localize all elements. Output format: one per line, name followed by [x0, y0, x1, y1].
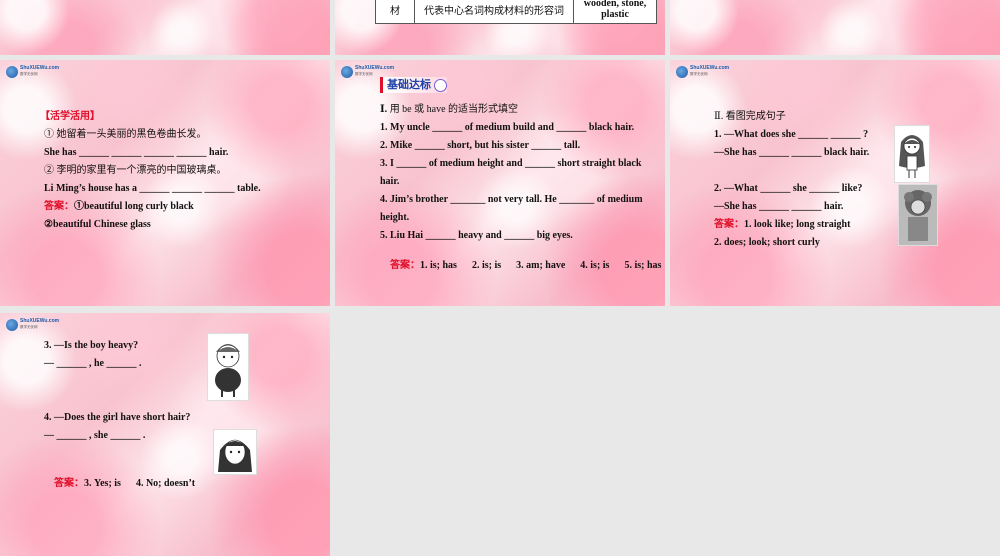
question-1: 1. My uncle ______ of medium build and _…: [380, 122, 635, 133]
question-1: 1. —What does she ______ ______ ?: [714, 129, 869, 140]
answer-text: 3. Yes; is 4. No; doesn’t: [84, 478, 196, 489]
question-3-reply: — ______ , he ______ .: [44, 358, 142, 369]
slide-top-right[interactable]: [670, 0, 1000, 55]
table-cell-line: wooden, stone,: [583, 0, 647, 9]
answer-line: 答案：1. is; has 2. is; is 3. am; have 4. i…: [380, 248, 661, 284]
badge-label: 基础达标: [387, 79, 431, 91]
slide-picture-sentences[interactable]: ShuXUEWu.com 数学无忧网 Ⅱ. 看图完成句子 1. —What do…: [670, 60, 1000, 306]
globe-icon: [6, 66, 18, 78]
question-4-reply: — ______ , she ______ .: [44, 430, 146, 441]
question-2-english: Li Ming’s house has a ______ ______ ____…: [44, 183, 261, 194]
question-1-reply: —She has ______ ______ black hair.: [714, 147, 870, 158]
logo-subtitle: 数学无忧网: [20, 72, 38, 76]
answer-colon: ：: [734, 219, 744, 230]
instruction: Ⅰ. 用 be 或 have 的适当形式填空: [380, 104, 518, 116]
answer-line-1: 答案：①beautiful long curly black: [44, 201, 194, 213]
answer-colon: ：: [74, 478, 84, 489]
answer-text: 1. look like; long straight: [744, 219, 851, 230]
logo-text: ShuXUEWu.com: [20, 65, 60, 71]
logo-text: ShuXUEWu.com: [355, 65, 395, 71]
slide-basic-practice[interactable]: ShuXUEWu.com 数学无忧网 基础达标 Ⅰ. 用 be 或 have 的…: [335, 60, 665, 306]
question-3: 3. I ______ of medium height and ______ …: [380, 158, 642, 169]
question-4: 4. —Does the girl have short hair?: [44, 412, 191, 423]
long-hair-girl-image: [894, 125, 930, 183]
question-1-english: She has ______ ______ ______ ______ hair…: [44, 147, 229, 158]
answer-label: 答案: [54, 478, 74, 489]
logo: ShuXUEWu.com 数学无忧网: [6, 318, 59, 332]
slide-top-middle[interactable]: 材 代表中心名词构成材料的形容词 wooden, stone, plastic: [335, 0, 665, 55]
answer-line-2: 2. does; look; short curly: [714, 237, 820, 248]
slide-apply[interactable]: ShuXUEWu.com 数学无忧网 【活学活用】 ① 她留着一头美丽的黑色卷曲…: [0, 60, 330, 306]
instruction: Ⅱ. 看图完成句子: [714, 111, 786, 122]
table-cell-line: plastic: [601, 9, 629, 20]
answer-label: 答案: [714, 219, 734, 230]
section-badge: 基础达标: [380, 77, 447, 93]
question-2-reply: —She has ______ ______ hair.: [714, 201, 844, 212]
question-5: 5. Liu Hai ______ heavy and ______ big e…: [380, 230, 573, 241]
answer-line: 答案：3. Yes; is 4. No; doesn’t: [44, 466, 195, 502]
answer-label: 答案: [390, 260, 410, 271]
smile-icon: [434, 79, 447, 92]
question-4: 4. Jim’s brother _______ not very tall. …: [380, 194, 643, 205]
heavy-boy-image: [207, 333, 249, 401]
question-2-chinese: ② 李明的家里有一个漂亮的中国玻璃桌。: [44, 165, 227, 176]
material-table: 材 代表中心名词构成材料的形容词 wooden, stone, plastic: [375, 0, 657, 24]
logo-subtitle: 数学无忧网: [355, 72, 373, 76]
globe-icon: [6, 319, 18, 331]
answer-line-2: ②beautiful Chinese glass: [44, 219, 151, 230]
question-1-chinese: ① 她留着一头美丽的黑色卷曲长发。: [44, 129, 207, 140]
table-row: 材 代表中心名词构成材料的形容词 wooden, stone, plastic: [375, 0, 657, 24]
logo-text: ShuXUEWu.com: [690, 65, 730, 71]
answer-text: 1. is; has 2. is; is 3. am; have 4. is; …: [420, 260, 662, 271]
table-cell: wooden, stone, plastic: [573, 0, 657, 24]
slide-top-left[interactable]: [0, 0, 330, 55]
logo-subtitle: 数学无忧网: [20, 325, 38, 329]
question-4-cont: height.: [380, 212, 410, 223]
answer-label: 答案: [44, 201, 64, 212]
globe-icon: [341, 66, 353, 78]
instruction-text: 用 be 或 have 的适当形式填空: [389, 104, 519, 115]
logo-subtitle: 数学无忧网: [690, 72, 708, 76]
curly-hair-girl-image: [898, 184, 938, 246]
answer-colon: ：: [64, 201, 74, 212]
table-cell: 代表中心名词构成材料的形容词: [414, 0, 574, 24]
question-3: 3. —Is the boy heavy?: [44, 340, 139, 351]
answer-text: ①beautiful long curly black: [74, 201, 194, 212]
question-2: 2. —What ______ she ______ like?: [714, 183, 863, 194]
logo: ShuXUEWu.com 数学无忧网: [6, 65, 59, 79]
long-hair-girl-face-image: [213, 429, 257, 475]
section-heading: 【活学活用】: [40, 111, 100, 122]
answer-colon: ：: [410, 260, 420, 271]
question-2: 2. Mike ______ short, but his sister ___…: [380, 140, 581, 151]
question-3-cont: hair.: [380, 176, 400, 187]
logo-text: ShuXUEWu.com: [20, 318, 60, 324]
globe-icon: [676, 66, 688, 78]
answer-line-1: 答案：1. look like; long straight: [714, 219, 850, 231]
logo: ShuXUEWu.com 数学无忧网: [676, 65, 729, 79]
instruction-number: Ⅰ.: [380, 104, 388, 115]
table-cell: 材: [375, 0, 415, 24]
slide-yes-no-questions[interactable]: ShuXUEWu.com 数学无忧网 3. —Is the boy heavy?…: [0, 313, 330, 556]
